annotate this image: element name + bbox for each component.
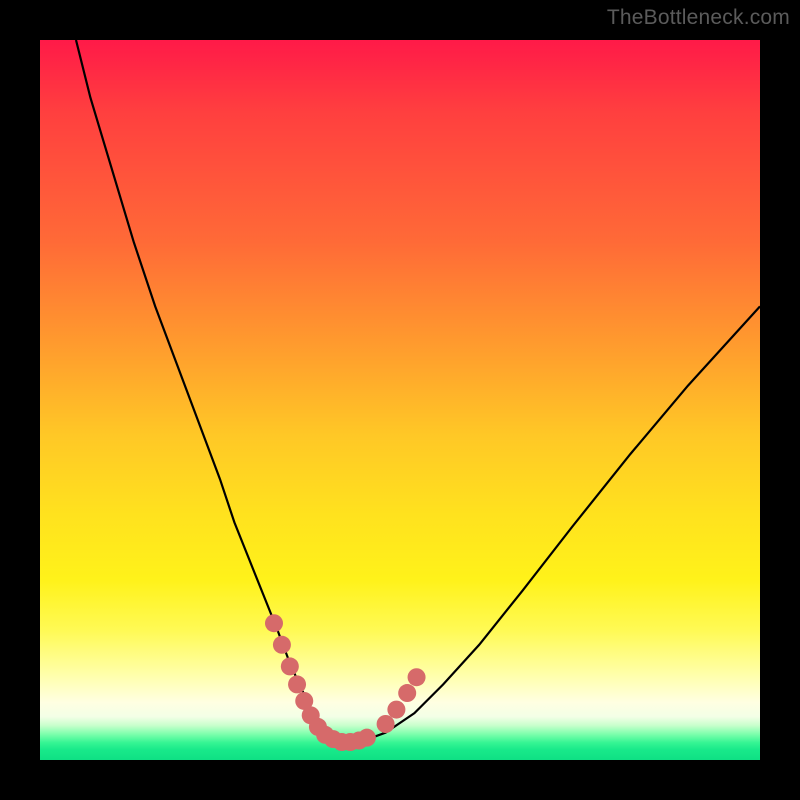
highlight-marker bbox=[288, 675, 306, 693]
highlight-marker bbox=[398, 684, 416, 702]
highlight-marker bbox=[358, 729, 376, 747]
chart-frame: TheBottleneck.com bbox=[0, 0, 800, 800]
highlight-marker bbox=[273, 636, 291, 654]
highlight-markers bbox=[265, 614, 426, 751]
chart-svg bbox=[40, 40, 760, 760]
highlight-marker bbox=[387, 701, 405, 719]
plot-area bbox=[40, 40, 760, 760]
highlight-marker bbox=[265, 614, 283, 632]
bottleneck-curve bbox=[76, 40, 760, 742]
watermark-text: TheBottleneck.com bbox=[607, 6, 790, 30]
highlight-marker bbox=[281, 657, 299, 675]
highlight-marker bbox=[377, 715, 395, 733]
highlight-marker bbox=[408, 668, 426, 686]
